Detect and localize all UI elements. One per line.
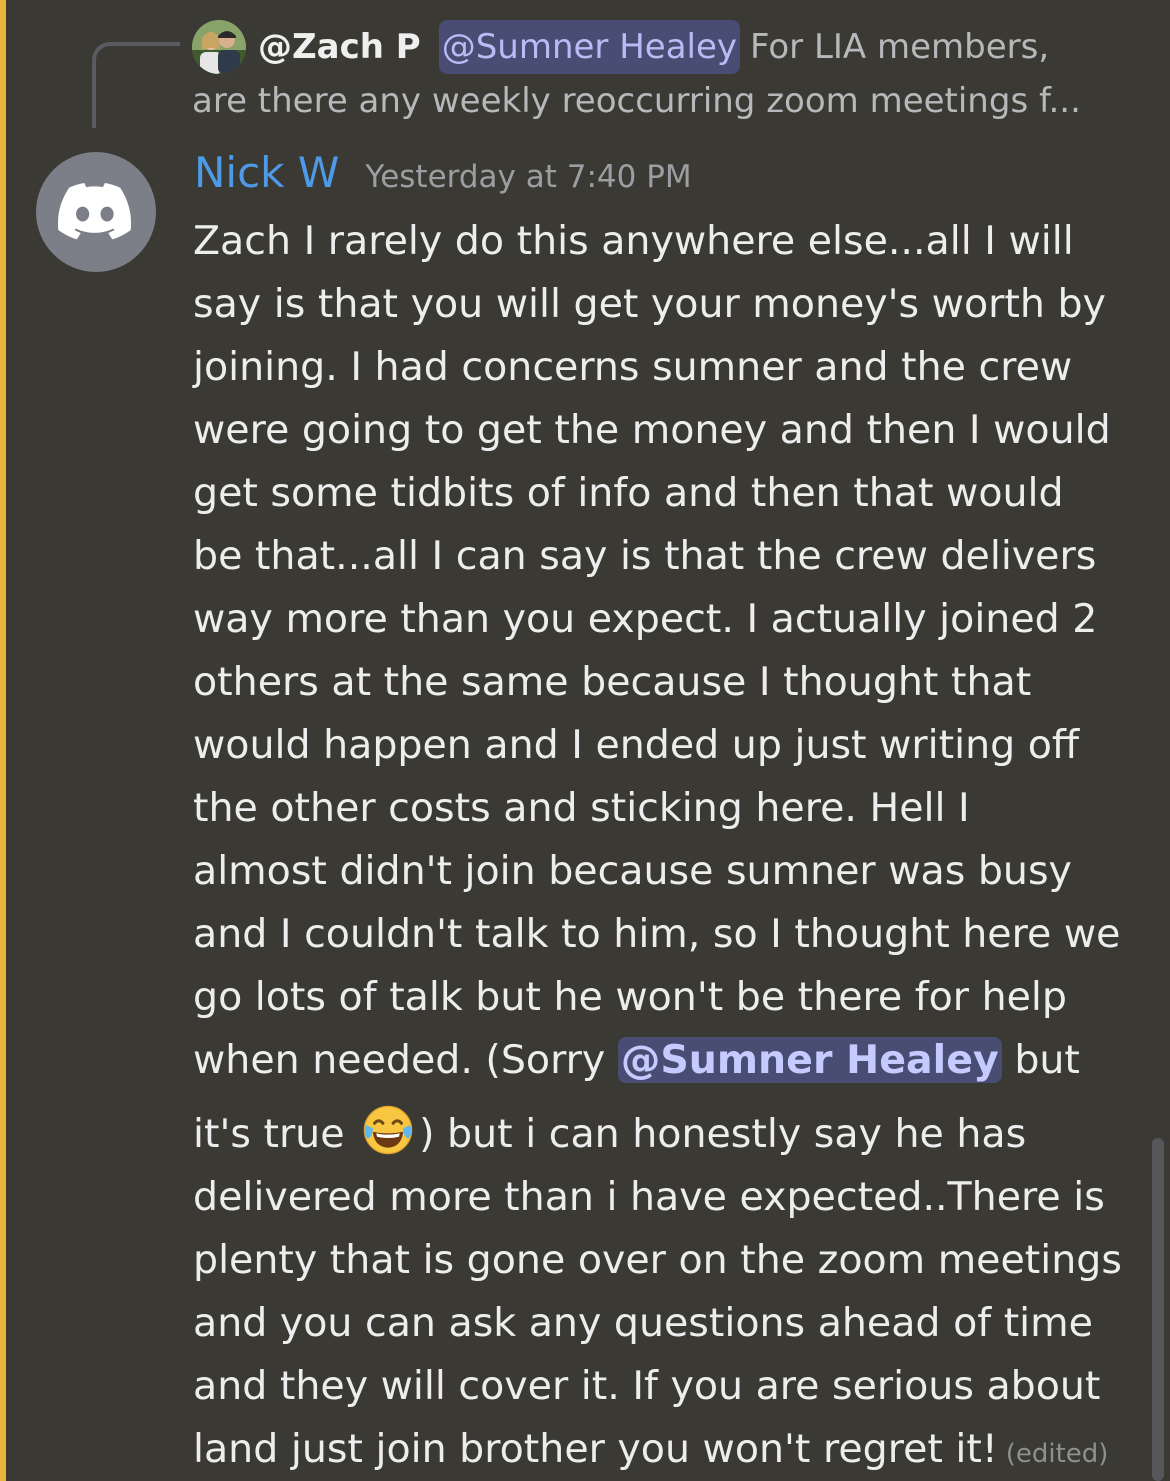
reply-header: @Zach P @Sumner Healey For LIA members, [192,20,1142,74]
reply-mention[interactable]: @Sumner Healey [438,20,741,74]
message-timestamp: Yesterday at 7:40 PM [365,159,692,195]
message-line: get some tidbits of info and then that w… [193,470,1064,516]
reply-connector-line [92,42,180,128]
message-line: delivered more than i have expected..The… [193,1174,1105,1220]
message-line: Zach I rarely do this anywhere else...al… [193,218,1074,264]
message-line: plenty that is gone over on the zoom mee… [193,1237,1122,1283]
message-line: others at the same because I thought tha… [193,659,1032,705]
message-line: go lots of talk but he won't be there fo… [193,974,1067,1020]
message-line: and you can ask any questions ahead of t… [193,1300,1093,1346]
message-line-with-mention: when needed. (Sorry @Sumner Healey but [193,1029,1153,1092]
message-last-line: land just join brother you won't regret … [193,1418,1153,1481]
message-line: would happen and I ended up just writing… [193,722,1080,768]
message-line-with-emoji: it's true ) but i can honestly say he ha… [193,1092,1153,1166]
scrollbar-thumb[interactable] [1152,1138,1164,1481]
message-line: joining. I had concerns sumner and the c… [193,344,1073,390]
author-avatar[interactable] [36,152,156,272]
edited-label: (edited) [1005,1439,1109,1469]
reply-preview[interactable]: @Zach P @Sumner Healey For LIA members, … [192,20,1142,128]
message-line: and I couldn't talk to him, so I thought… [193,911,1121,957]
face-with-tears-of-joy-icon [363,1105,413,1155]
discord-logo-icon [58,183,132,240]
mention-line-before: when needed. (Sorry [193,1037,618,1083]
user-mention[interactable]: @Sumner Healey [617,1037,1002,1083]
discord-message-view: @Zach P @Sumner Healey For LIA members, … [0,0,1170,1481]
reply-author-name[interactable]: @Zach P [258,20,421,74]
message-line: the other costs and sticking here. Hell … [193,785,970,831]
message-header: Nick W Yesterday at 7:40 PM [194,148,692,197]
message-line: were going to get the money and then I w… [193,407,1111,453]
message-line: say is that you will get your money's wo… [193,281,1106,327]
reply-preview-text-line2: are there any weekly reoccurring zoom me… [192,81,1081,121]
message-line: way more than you expect. I actually joi… [193,596,1098,642]
mention-line-after: but [1001,1037,1080,1083]
message-line: almost didn't join because sumner was bu… [193,848,1072,894]
emoji-line-after: ) but i can honestly say he has [419,1111,1027,1157]
reply-author-avatar[interactable] [192,20,246,74]
emoji-line-before: it's true [193,1111,358,1157]
message-line: be that...all I can say is that the crew… [193,533,1097,579]
author-name[interactable]: Nick W [194,148,339,197]
message-line: and they will cover it. If you are serio… [193,1363,1101,1409]
mention-highlight-bar [0,0,6,1481]
message-body: Zach I rarely do this anywhere else...al… [193,210,1153,1481]
reply-preview-text-line1: For LIA members, [750,27,1050,67]
last-line-text: land just join brother you won't regret … [193,1426,998,1472]
